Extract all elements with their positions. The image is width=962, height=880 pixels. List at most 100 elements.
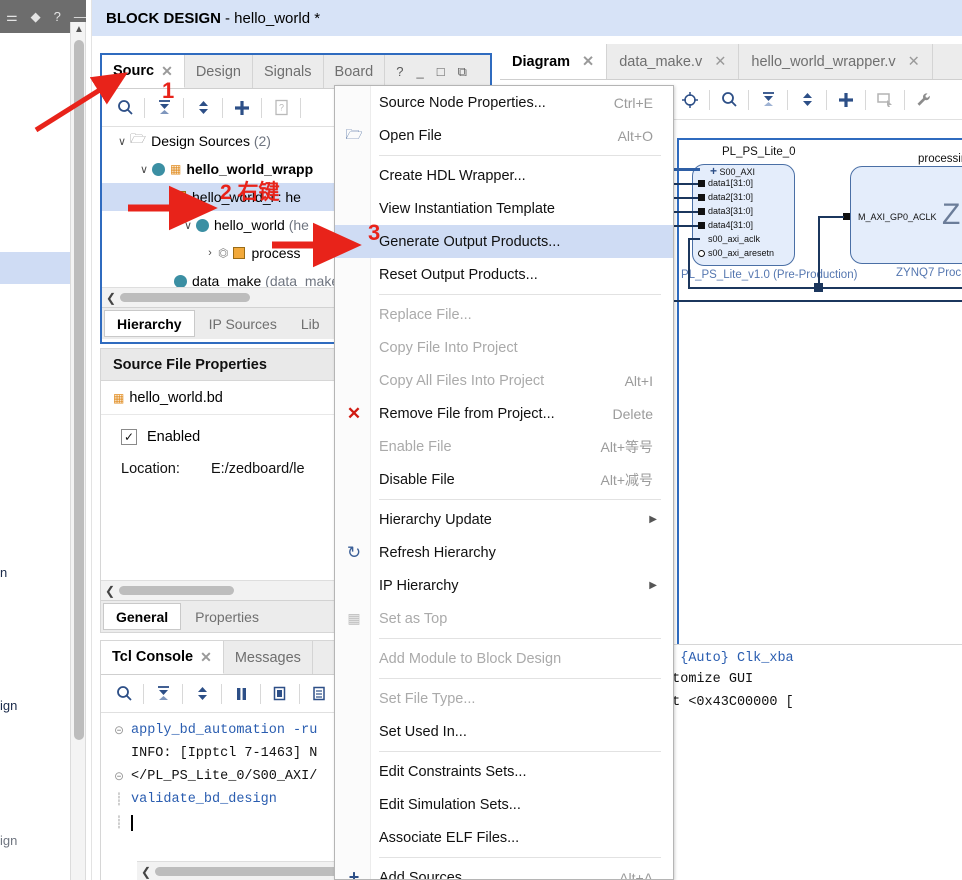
menu-item-associate-elf-files[interactable]: Associate ELF Files...: [335, 821, 673, 854]
chevron-down-icon[interactable]: ∨: [180, 219, 196, 232]
block-design-banner: BLOCK DESIGN - hello_world *: [92, 0, 962, 36]
tab-design[interactable]: Design: [184, 55, 253, 88]
scroll-left-icon[interactable]: ❮: [137, 865, 155, 879]
maximize-icon[interactable]: □: [437, 64, 445, 79]
menu-item-hierarchy-update[interactable]: Hierarchy Update ▶: [335, 503, 673, 536]
menu-item-view-instantiation-template[interactable]: View Instantiation Template: [335, 192, 673, 225]
menu-separator: [379, 155, 661, 156]
menu-item-edit-constraints-sets[interactable]: Edit Constraints Sets...: [335, 755, 673, 788]
scrollbar-thumb[interactable]: [120, 293, 250, 302]
list-icon[interactable]: [304, 680, 334, 708]
menu-label: IP Hierarchy: [379, 577, 459, 594]
tab-libraries[interactable]: Lib: [289, 308, 332, 339]
enabled-checkbox[interactable]: ✓: [121, 429, 137, 445]
collapse-all-icon[interactable]: ⚌: [6, 10, 18, 23]
menu-item-enable-file: Enable File Alt+等号: [335, 430, 673, 463]
rectangle-select-icon[interactable]: [870, 86, 900, 114]
help-icon[interactable]: ?: [54, 10, 61, 23]
close-icon[interactable]: ✕: [582, 54, 594, 70]
wrench-icon[interactable]: [909, 86, 939, 114]
target-icon[interactable]: [675, 86, 705, 114]
toolbar-divider: [748, 89, 749, 110]
expand-all-icon[interactable]: [187, 680, 217, 708]
fold-icon[interactable]: ⊝: [107, 723, 131, 738]
collapse-all-icon[interactable]: [148, 680, 178, 708]
menu-accel: Ctrl+E: [613, 94, 653, 111]
scroll-left-icon[interactable]: ❮: [101, 584, 119, 598]
tree-row-hello-world-i[interactable]: hello_world_i : he: [102, 183, 342, 211]
tab-diagram-label: Diagram: [512, 53, 571, 70]
copy-icon[interactable]: [265, 680, 295, 708]
port-data1: data1[31:0]: [708, 178, 754, 188]
tab-sources[interactable]: Sourc ✕: [102, 55, 185, 88]
close-icon[interactable]: ✕: [161, 63, 173, 80]
expand-all-icon[interactable]: [792, 86, 822, 114]
menu-item-disable-file[interactable]: Disable File Alt+减号: [335, 463, 673, 496]
scroll-up-icon[interactable]: ▲: [71, 22, 87, 38]
tab-data-make-v[interactable]: data_make.v ✕: [607, 44, 740, 79]
tab-hierarchy[interactable]: Hierarchy: [104, 310, 195, 337]
tab-diagram[interactable]: Diagram ✕: [500, 44, 608, 79]
tab-hello-world-wrapper-v[interactable]: hello_world_wrapper.v ✕: [739, 44, 933, 79]
flow-nav-fragment-2[interactable]: ign: [0, 698, 17, 713]
chevron-down-icon[interactable]: ∨: [136, 163, 152, 176]
float-icon[interactable]: ⧉: [458, 64, 467, 80]
menu-item-ip-hierarchy[interactable]: IP Hierarchy ▶: [335, 569, 673, 602]
expand-all-icon[interactable]: ◆: [31, 10, 41, 23]
scrollbar-thumb[interactable]: [74, 40, 84, 740]
help-icon[interactable]: ?: [396, 64, 403, 79]
menu-item-create-hdl-wrapper[interactable]: Create HDL Wrapper...: [335, 159, 673, 192]
close-icon[interactable]: ✕: [714, 54, 726, 70]
help-icon[interactable]: ?: [266, 94, 296, 122]
location-label: Location:: [121, 461, 180, 477]
tab-properties-label: Properties: [195, 608, 259, 625]
collapse-all-icon[interactable]: [149, 94, 179, 122]
menu-item-open-file[interactable]: 🗁 Open File Alt+O: [335, 119, 673, 152]
add-sources-icon[interactable]: [227, 94, 257, 122]
close-icon[interactable]: ✕: [200, 649, 212, 666]
pin-data4: [698, 222, 705, 229]
tab-properties[interactable]: Properties: [183, 601, 271, 632]
search-icon[interactable]: [110, 94, 140, 122]
menu-label: Replace File...: [379, 306, 472, 323]
flow-nav-fragment-3[interactable]: ign: [0, 833, 17, 848]
chevron-right-icon[interactable]: ›: [202, 247, 218, 259]
scrollbar-thumb[interactable]: [119, 586, 234, 595]
source-context-menu[interactable]: Source Node Properties... Ctrl+E 🗁 Open …: [334, 85, 674, 880]
menu-item-add-sources[interactable]: + Add Sources... Alt+A: [335, 861, 673, 879]
flow-nav-fragment-1[interactable]: n: [0, 565, 7, 580]
folder-icon: 🗁: [130, 131, 147, 146]
collapse-all-icon[interactable]: [753, 86, 783, 114]
menu-item-remove-file-from-project[interactable]: ✕ Remove File from Project... Delete: [335, 397, 673, 430]
toolbar-divider: [865, 89, 866, 110]
menu-item-set-used-in[interactable]: Set Used In...: [335, 715, 673, 748]
tab-board[interactable]: Board: [323, 55, 386, 88]
close-icon[interactable]: ✕: [908, 54, 920, 70]
tab-tcl-console[interactable]: Tcl Console ✕: [101, 641, 224, 674]
tab-signals[interactable]: Signals: [252, 55, 324, 88]
port-s00-axi-aclk: s00_axi_aclk: [708, 234, 761, 244]
fold-icon[interactable]: ⊝: [107, 769, 131, 784]
module-dot-icon: [152, 162, 165, 176]
left-vertical-scrollbar[interactable]: ▲: [70, 22, 86, 880]
expand-all-icon[interactable]: [188, 94, 218, 122]
pause-icon[interactable]: [226, 680, 256, 708]
zynq-logo-text: ZY: [942, 198, 962, 231]
remove-x-icon: ✕: [346, 403, 362, 423]
chevron-down-icon[interactable]: ∨: [114, 135, 130, 148]
minimize-icon[interactable]: _: [416, 64, 423, 79]
menu-item-edit-simulation-sets[interactable]: Edit Simulation Sets...: [335, 788, 673, 821]
menu-item-reset-output-products[interactable]: Reset Output Products...: [335, 258, 673, 291]
tcl-line-text: apply_bd_automation -ru: [131, 723, 318, 738]
menu-item-refresh-hierarchy[interactable]: ↻ Refresh Hierarchy: [335, 536, 673, 569]
tab-messages[interactable]: Messages: [223, 641, 313, 674]
scroll-left-icon[interactable]: ❮: [102, 291, 120, 305]
add-ip-icon[interactable]: [831, 86, 861, 114]
tab-general[interactable]: General: [103, 603, 182, 630]
menu-item-generate-output-products[interactable]: Generate Output Products...: [335, 225, 673, 258]
search-icon[interactable]: [714, 86, 744, 114]
menu-item-source-node-properties[interactable]: Source Node Properties... Ctrl+E: [335, 86, 673, 119]
port-s00-axi[interactable]: + S00_AXI: [710, 164, 755, 178]
tab-ip-sources[interactable]: IP Sources: [197, 308, 289, 339]
search-icon[interactable]: [109, 680, 139, 708]
